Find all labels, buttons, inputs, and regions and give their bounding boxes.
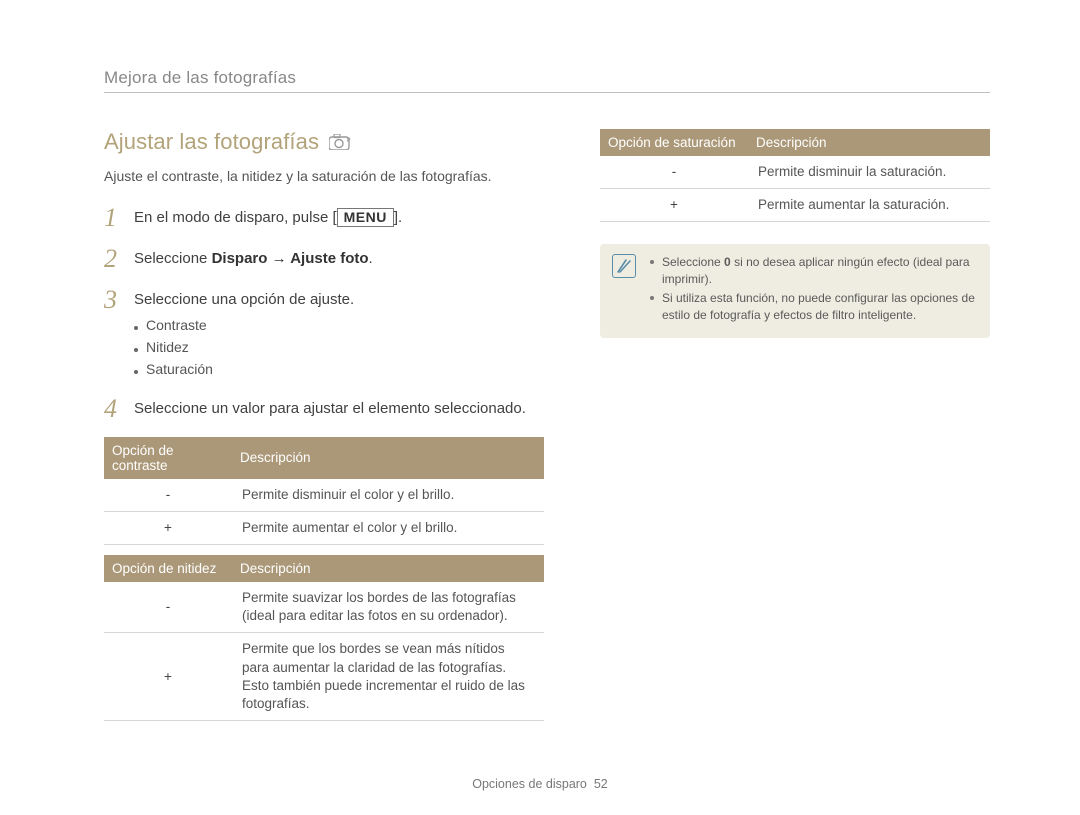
table-header: Descripción [748, 129, 990, 156]
step-2: 2 Seleccione Disparo → Ajuste foto. [104, 245, 544, 272]
step-sublist: Contraste Nitidez Saturación [134, 316, 544, 379]
bullet-icon [134, 348, 138, 352]
breadcrumb: Mejora de las fotografías [104, 68, 990, 88]
note-strong: 0 [724, 255, 731, 269]
left-column: Ajustar las fotografías P Ajuste el cont… [104, 129, 544, 731]
section-subtitle: Ajuste el contraste, la nitidez y la sat… [104, 167, 544, 186]
note-text: Si utiliza esta función, no puede config… [662, 290, 976, 324]
content-columns: Ajustar las fotografías P Ajuste el cont… [104, 129, 990, 731]
table-row: - Permite disminuir la saturación. [600, 156, 990, 189]
bullet-icon [650, 260, 654, 264]
contrast-table: Opción de contraste Descripción - Permit… [104, 437, 544, 545]
sharpness-table: Opción de nitidez Descripción - Permite … [104, 555, 544, 721]
table-row: - Permite suavizar los bordes de las fot… [104, 582, 544, 633]
option-desc: Permite aumentar el color y el brillo. [232, 511, 544, 544]
section-heading: Ajustar las fotografías [104, 129, 319, 155]
option-symbol: + [600, 189, 748, 222]
manual-page: Mejora de las fotografías Ajustar las fo… [0, 0, 1080, 815]
step-3: 3 Seleccione una opción de ajuste. Contr… [104, 286, 544, 381]
option-symbol: + [104, 633, 232, 721]
option-symbol: - [104, 479, 232, 512]
bullet-icon [650, 296, 654, 300]
step-number: 4 [104, 395, 122, 422]
sublist-item: Contraste [134, 316, 544, 336]
camera-p-icon: P [329, 134, 351, 150]
step-prefix: Seleccione [134, 250, 212, 267]
step-text: En el modo de disparo, pulse [MENU]. [134, 204, 544, 228]
note-list: Seleccione 0 si no desea aplicar ningún … [650, 254, 976, 323]
note-item: Si utiliza esta función, no puede config… [650, 290, 976, 324]
note-box: Seleccione 0 si no desea aplicar ningún … [600, 244, 990, 337]
sublist-text: Saturación [146, 360, 213, 380]
option-symbol: - [104, 582, 232, 633]
table-header: Opción de nitidez [104, 555, 232, 582]
right-column: Opción de saturación Descripción - Permi… [600, 129, 990, 731]
sublist-item: Saturación [134, 360, 544, 380]
table-row: + Permite que los bordes se vean más nít… [104, 633, 544, 721]
option-desc: Permite disminuir el color y el brillo. [232, 479, 544, 512]
note-text: Seleccione 0 si no desea aplicar ningún … [662, 254, 976, 288]
table-header: Opción de saturación [600, 129, 748, 156]
option-desc: Permite que los bordes se vean más nítid… [232, 633, 544, 721]
svg-text:P: P [347, 138, 351, 144]
sublist-text: Nitidez [146, 338, 189, 358]
table-row: + Permite aumentar el color y el brillo. [104, 511, 544, 544]
step-prefix: Seleccione una opción de ajuste. [134, 291, 354, 308]
step-suffix: . [369, 250, 373, 267]
option-symbol: + [104, 511, 232, 544]
step-text: Seleccione una opción de ajuste. Contras… [134, 286, 544, 381]
step-list: 1 En el modo de disparo, pulse [MENU]. 2… [104, 204, 544, 423]
footer-section: Opciones de disparo [472, 777, 587, 791]
sublist-item: Nitidez [134, 338, 544, 358]
divider [104, 92, 990, 93]
bullet-icon [134, 370, 138, 374]
table-row: - Permite disminuir el color y el brillo… [104, 479, 544, 512]
table-header: Descripción [232, 437, 544, 479]
sublist-text: Contraste [146, 316, 207, 336]
option-symbol: - [600, 156, 748, 189]
step-prefix: En el modo de disparo, pulse [ [134, 209, 337, 226]
bullet-icon [134, 326, 138, 330]
saturation-table: Opción de saturación Descripción - Permi… [600, 129, 990, 222]
step-text: Seleccione Disparo → Ajuste foto. [134, 245, 544, 269]
table-header: Opción de contraste [104, 437, 232, 479]
step-prefix: Seleccione un valor para ajustar el elem… [134, 400, 526, 417]
section-title: Ajustar las fotografías P [104, 129, 544, 155]
footer-page: 52 [594, 777, 608, 791]
info-icon [612, 254, 636, 278]
table-row: + Permite aumentar la saturación. [600, 189, 990, 222]
step-number: 2 [104, 245, 122, 272]
option-desc: Permite aumentar la saturación. [748, 189, 990, 222]
note-pre: Seleccione [662, 255, 724, 269]
step-number: 1 [104, 204, 122, 231]
step-1: 1 En el modo de disparo, pulse [MENU]. [104, 204, 544, 231]
option-desc: Permite suavizar los bordes de las fotog… [232, 582, 544, 633]
step-text: Seleccione un valor para ajustar el elem… [134, 395, 544, 419]
step-4: 4 Seleccione un valor para ajustar el el… [104, 395, 544, 422]
step-bold: Disparo → Ajuste foto [212, 250, 369, 267]
page-footer: Opciones de disparo 52 [0, 777, 1080, 791]
table-header: Descripción [232, 555, 544, 582]
option-desc: Permite disminuir la saturación. [748, 156, 990, 189]
step-suffix: ]. [394, 209, 402, 226]
step-number: 3 [104, 286, 122, 313]
menu-key: MENU [337, 208, 394, 227]
note-item: Seleccione 0 si no desea aplicar ningún … [650, 254, 976, 288]
